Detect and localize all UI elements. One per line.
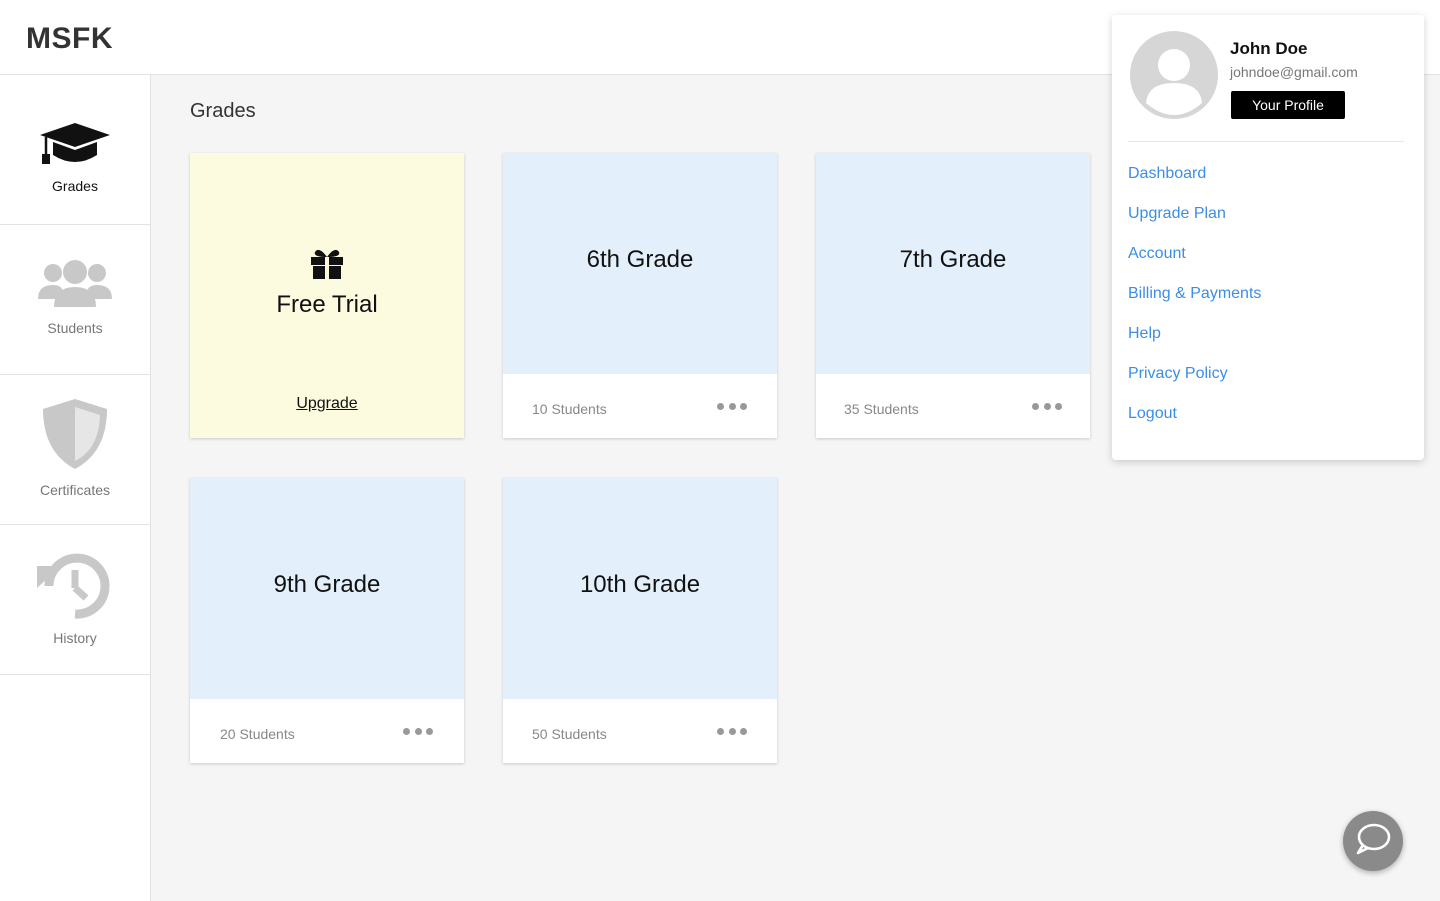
menu-item-billing-payments[interactable]: Billing & Payments: [1128, 285, 1261, 325]
history-icon: [0, 548, 150, 624]
sidebar-item-label: History: [53, 630, 97, 646]
grade-card-title: 10th Grade: [579, 571, 701, 598]
sidebar-item-certificates[interactable]: Certificates: [0, 375, 150, 525]
grade-card-title: 6th Grade: [586, 246, 694, 273]
graduation-cap-icon: [0, 121, 150, 167]
sidebar-item-label: Grades: [52, 178, 98, 194]
grade-card-header: 7th Grade: [816, 153, 1090, 374]
grade-card-header: 6th Grade: [503, 153, 777, 374]
more-options-icon[interactable]: [1032, 396, 1062, 416]
users-icon: [0, 259, 150, 309]
menu-item-logout[interactable]: Logout: [1128, 405, 1261, 445]
grade-card-title: 7th Grade: [899, 246, 1007, 273]
page-title: Grades: [190, 100, 256, 122]
grade-card[interactable]: 7th Grade 35 Students: [816, 153, 1090, 438]
sidebar-item-label: Students: [47, 320, 103, 336]
avatar: [1130, 31, 1218, 119]
grade-card-header: 10th Grade: [503, 478, 777, 699]
sidebar-item-label: Certificates: [39, 482, 111, 498]
sidebar-item-students[interactable]: Students: [0, 225, 150, 375]
grade-card-header: 9th Grade: [190, 478, 464, 699]
free-trial-card: Free Trial Upgrade: [190, 153, 464, 438]
grade-card[interactable]: 9th Grade 20 Students: [190, 478, 464, 763]
gift-icon: [310, 248, 344, 284]
grade-card-footer: 50 Students: [503, 699, 777, 763]
upgrade-link[interactable]: Upgrade: [190, 395, 464, 413]
sidebar-item-grades[interactable]: Grades: [0, 75, 150, 225]
menu-item-help[interactable]: Help: [1128, 325, 1261, 365]
more-options-icon[interactable]: [403, 721, 433, 741]
student-count: 35 Students: [844, 401, 919, 417]
chat-bubble-icon: [1355, 822, 1391, 861]
student-count: 20 Students: [220, 726, 295, 742]
sidebar-item-history[interactable]: History: [0, 525, 150, 675]
menu-item-account[interactable]: Account: [1128, 245, 1261, 285]
user-name: John Doe: [1230, 39, 1308, 58]
menu-item-dashboard[interactable]: Dashboard: [1128, 165, 1261, 205]
grade-card-title: 9th Grade: [273, 571, 381, 598]
sidebar: Grades Students Certificates History: [0, 75, 151, 901]
grade-card-footer: 35 Students: [816, 374, 1090, 438]
student-count: 10 Students: [532, 401, 607, 417]
user-email: johndoe@gmail.com: [1230, 64, 1358, 80]
grade-card[interactable]: 10th Grade 50 Students: [503, 478, 777, 763]
menu-item-upgrade-plan[interactable]: Upgrade Plan: [1128, 205, 1261, 245]
divider: [1128, 141, 1404, 142]
menu-item-privacy-policy[interactable]: Privacy Policy: [1128, 365, 1261, 405]
app-logo[interactable]: MSFK: [26, 22, 113, 56]
free-trial-title: Free Trial: [276, 291, 378, 318]
more-options-icon[interactable]: [717, 721, 747, 741]
student-count: 50 Students: [532, 726, 607, 742]
chat-button[interactable]: [1343, 811, 1403, 871]
profile-dropdown: John Doe johndoe@gmail.com Your Profile …: [1112, 15, 1424, 460]
grade-card-footer: 10 Students: [503, 374, 777, 438]
grade-card[interactable]: 6th Grade 10 Students: [503, 153, 777, 438]
grade-card-footer: 20 Students: [190, 699, 464, 763]
shield-icon: [0, 397, 150, 471]
profile-menu-list: Dashboard Upgrade Plan Account Billing &…: [1128, 165, 1261, 445]
your-profile-button[interactable]: Your Profile: [1231, 91, 1345, 119]
more-options-icon[interactable]: [717, 396, 747, 416]
